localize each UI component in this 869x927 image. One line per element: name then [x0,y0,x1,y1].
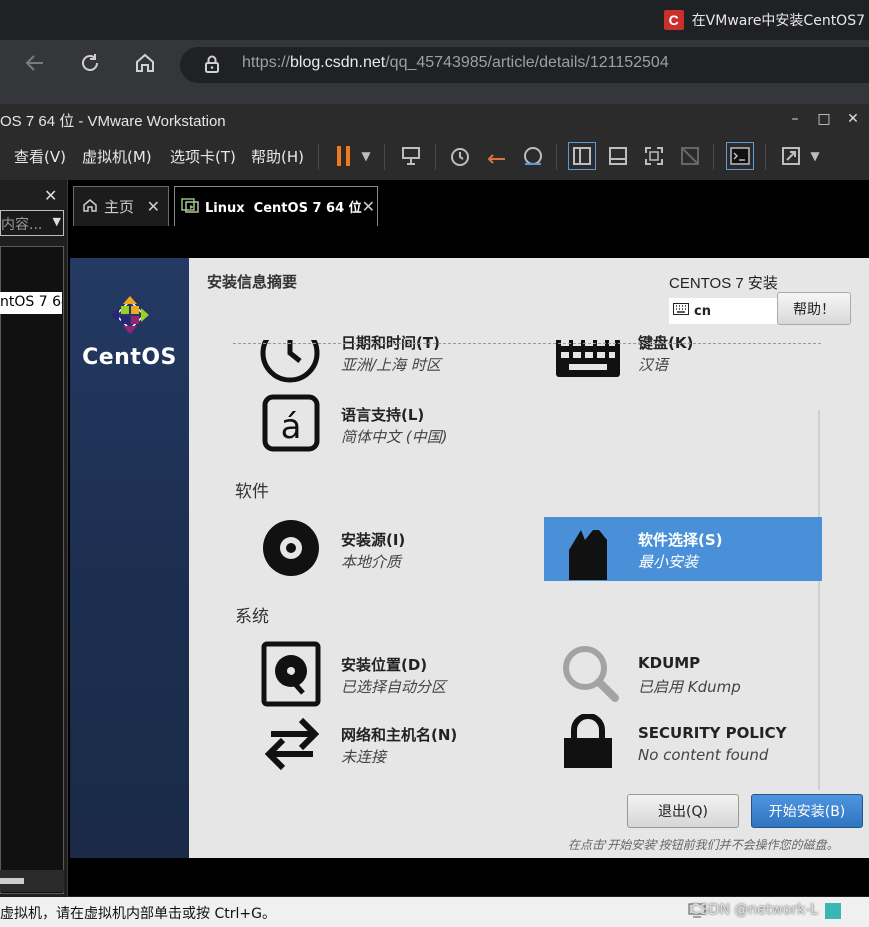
spoke-language-title[interactable]: 语言支持(L) [341,404,424,425]
snapshot-manager-icon[interactable] [519,142,547,170]
maximize-button[interactable]: □ [813,108,835,130]
browser-tab[interactable]: C 在VMware中安装CentOS7 [658,6,869,34]
reload-icon[interactable] [75,48,105,78]
spoke-language-status: 简体中文 (中国) [341,428,448,446]
disc-icon[interactable] [261,518,323,580]
tab-home[interactable]: 主页 ✕ [73,186,169,226]
padlock-icon[interactable] [562,713,624,776]
toolbar-divider [318,144,319,170]
spoke-network-title[interactable]: 网络和主机名(N) [341,724,457,745]
url-path: /qq_45743985/article/details/121152504 [385,54,669,71]
chevron-down-icon[interactable]: ▼ [356,142,376,170]
spoke-destination-title[interactable]: 安装位置(D) [341,654,427,675]
svg-text:á: á [281,407,302,447]
library-view-icon[interactable] [568,142,596,170]
url-text[interactable]: https://blog.csdn.net/qq_45743985/articl… [242,54,669,72]
spoke-network-status: 未连接 [341,748,387,766]
close-icon[interactable]: ✕ [147,197,160,216]
library-close-icon[interactable]: ✕ [44,186,57,205]
spoke-top-peek: 日期和时间(T) 键盘(K) [189,325,869,340]
lock-icon[interactable] [201,53,223,75]
chevron-down-icon[interactable]: ▼ [806,142,824,170]
spoke-kdump-status: 已启用 Kdump [638,678,741,696]
quit-button[interactable]: 退出(Q) [627,794,739,828]
home-icon [82,197,98,217]
page-title: 安装信息摘要 [207,273,298,291]
spoke-datetime-status: 亚洲/上海 时区 [341,356,441,374]
spoke-destination-status: 已选择自动分区 [341,678,447,696]
tab-home-label: 主页 [104,198,135,216]
keyboard-layout-indicator[interactable]: cn [669,298,777,324]
revert-snapshot-icon[interactable] [483,142,511,170]
menu-tabs[interactable]: 选项卡(T) [170,146,236,167]
toolbar-divider [435,144,436,170]
stretch-icon[interactable] [777,142,805,170]
spokes-scrollbar[interactable] [818,410,820,790]
keyboard-layout-code: cn [694,303,711,319]
spoke-software-status: 最小安装 [638,553,699,571]
toolbar-divider [765,144,766,170]
toolbar-divider [556,144,557,170]
spoke-security-title[interactable]: SECURITY POLICY [638,724,786,742]
console-icon[interactable] [726,142,754,170]
minimize-button[interactable]: – [784,108,806,130]
network-arrows-icon[interactable] [261,714,323,776]
close-icon[interactable]: ✕ [362,197,375,216]
help-button[interactable]: 帮助！ [777,292,851,325]
vm-status-icon[interactable] [825,903,841,919]
spoke-keyboard-title-peek: 键盘(K) [638,332,693,340]
home-icon[interactable] [130,48,160,78]
menu-vm[interactable]: 虚拟机(M) [82,146,152,167]
centos-brand-text: CentOS [82,345,177,370]
tab-centos-label: Linux CentOS 7 64 位 [205,201,362,216]
url-prefix: https:// [242,54,291,71]
thumbnail-bar-icon[interactable] [604,142,632,170]
back-arrow-icon[interactable] [20,48,50,78]
pause-icon[interactable] [330,142,358,170]
toolbar-divider [713,144,714,170]
spoke-datetime-title-peek: 日期和时间(T) [341,332,440,340]
package-icon [565,526,611,582]
language-icon[interactable]: á [262,394,324,456]
unity-icon[interactable] [676,142,704,170]
send-keys-icon[interactable] [397,142,425,170]
vm-icon [181,197,199,217]
chevron-down-icon[interactable]: ▼ [53,215,61,228]
snapshot-icon[interactable] [446,142,474,170]
installer-disk-note: 在点击'开始安装'按钮前我们并不会操作您的磁盘。 [568,838,839,852]
browser-tab-title: 在VMware中安装CentOS7 [691,13,865,29]
product-title: CENTOS 7 安装 [669,275,778,292]
tab-centos[interactable]: Linux CentOS 7 64 位 ✕ [174,186,378,226]
library-tree [0,246,64,894]
fullscreen-icon[interactable] [640,142,668,170]
toolbar-divider [384,144,385,170]
spoke-keyboard-status: 汉语 [638,356,669,374]
centos-logo-icon [107,292,153,338]
csdn-watermark: CSDN @network-L [690,902,819,918]
spoke-software-title: 软件选择(S) [638,531,723,549]
keyboard-icon [673,303,689,319]
csdn-favicon-icon: C [663,10,684,30]
spoke-security-status: No content found [638,746,769,764]
menu-help[interactable]: 帮助(H) [251,146,304,167]
scroll-edge-divider [233,343,821,344]
library-item-centos[interactable]: ntOS 7 64 [0,292,62,314]
library-search-placeholder: 内容... [1,217,43,233]
status-message: 虚拟机，请在虚拟机内部单击或按 Ctrl+G。 [0,906,276,922]
library-search-input[interactable]: 内容... ▼ [0,210,64,236]
hard-drive-icon[interactable] [261,641,323,707]
vmware-window-title: OS 7 64 位 - VMware Workstation [0,113,226,130]
section-system: 系统 [235,607,269,627]
scrollbar-thumb[interactable] [0,878,24,884]
kdump-search-icon[interactable] [561,644,623,706]
begin-installation-button[interactable]: 开始安装(B) [751,794,863,828]
spoke-source-title[interactable]: 安装源(I) [341,529,405,550]
url-domain: blog.csdn.net [290,54,386,71]
spoke-kdump-title[interactable]: KDUMP [638,654,700,672]
spoke-source-status: 本地介质 [341,553,402,571]
close-window-button[interactable]: ✕ [842,108,864,130]
section-software: 软件 [235,482,269,502]
menu-view[interactable]: 查看(V) [14,146,66,167]
